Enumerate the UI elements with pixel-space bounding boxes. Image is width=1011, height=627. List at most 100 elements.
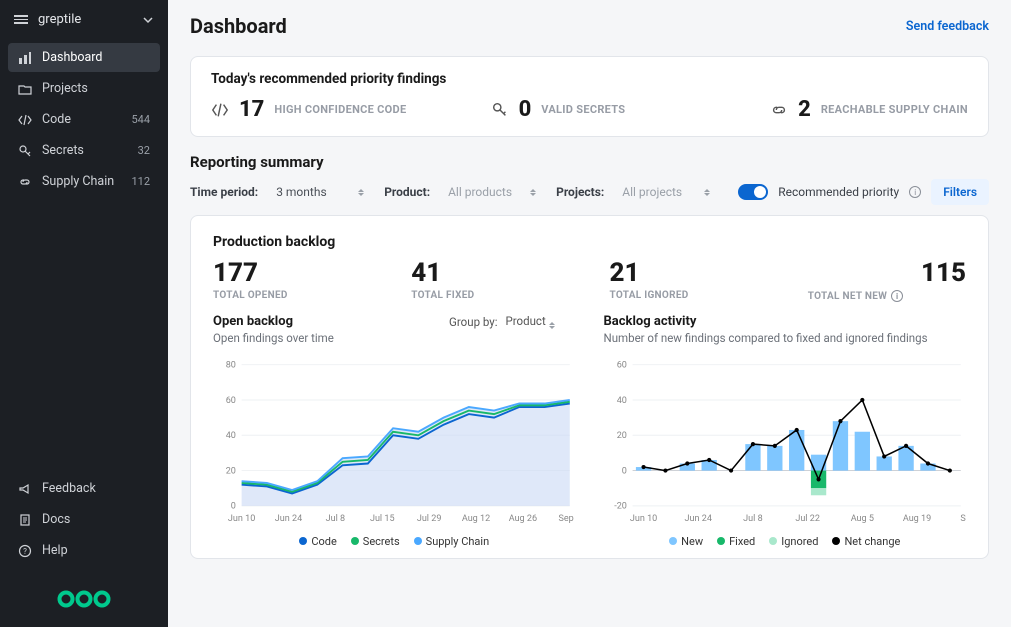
svg-text:40: 40 bbox=[616, 396, 626, 406]
sidebar-item-label: Projects bbox=[42, 81, 88, 96]
sidebar-item-docs[interactable]: Docs bbox=[8, 505, 160, 534]
backlog-title: Production backlog bbox=[213, 234, 966, 250]
svg-text:0: 0 bbox=[231, 502, 236, 512]
chart-title: Backlog activity bbox=[604, 314, 697, 329]
svg-text:Sep 9: Sep 9 bbox=[558, 514, 575, 524]
recommended-priority-toggle[interactable] bbox=[738, 184, 768, 200]
sidebar-item-label: Secrets bbox=[42, 143, 84, 158]
sort-icon bbox=[358, 189, 366, 196]
org-name: greptile bbox=[38, 12, 81, 27]
topbar: Dashboard Send feedback bbox=[168, 0, 1011, 46]
product-select[interactable]: All products bbox=[448, 183, 538, 201]
time-period-label: Time period: bbox=[190, 185, 258, 199]
sort-icon bbox=[549, 322, 557, 329]
stat-value: 21 bbox=[610, 258, 768, 288]
sort-icon bbox=[530, 189, 538, 196]
reporting-summary-heading: Reporting summary bbox=[190, 153, 989, 171]
filters-row: Time period: 3 months Product: All produ… bbox=[190, 179, 989, 205]
brand-logo bbox=[0, 573, 168, 627]
open-backlog-chart: Open backlog Group by: Product Open find… bbox=[213, 314, 576, 548]
sidebar-item-count: 544 bbox=[131, 113, 150, 126]
help-icon: ? bbox=[18, 544, 32, 558]
backlog-stats: 177 TOTAL OPENED 41 TOTAL FIXED 21 TOTAL… bbox=[213, 258, 966, 302]
sidebar-item-count: 112 bbox=[131, 175, 150, 188]
priority-findings-title: Today's recommended priority findings bbox=[211, 71, 968, 87]
backlog-activity-chart: Backlog activity Number of new findings … bbox=[604, 314, 967, 548]
stat-total-ignored: 21 TOTAL IGNORED bbox=[610, 258, 768, 302]
info-icon[interactable]: i bbox=[909, 186, 921, 198]
megaphone-icon bbox=[18, 482, 32, 496]
projects-value: All projects bbox=[622, 185, 682, 199]
key-icon bbox=[18, 144, 32, 158]
sidebar-item-supply-chain[interactable]: Supply Chain 112 bbox=[8, 167, 160, 196]
link-icon bbox=[18, 175, 32, 189]
filters-button[interactable]: Filters bbox=[931, 179, 989, 205]
svg-text:20: 20 bbox=[226, 466, 236, 476]
priority-item-secrets[interactable]: 0 VALID SECRETS bbox=[491, 97, 757, 122]
sidebar-item-code[interactable]: Code 544 bbox=[8, 105, 160, 134]
page-title: Dashboard bbox=[190, 14, 287, 38]
stat-total-opened: 177 TOTAL OPENED bbox=[213, 258, 371, 302]
menu-icon bbox=[14, 15, 28, 24]
svg-text:20: 20 bbox=[616, 431, 626, 441]
svg-text:Jun 10: Jun 10 bbox=[629, 514, 656, 524]
sidebar-item-secrets[interactable]: Secrets 32 bbox=[8, 136, 160, 165]
sidebar-item-label: Docs bbox=[42, 512, 70, 527]
projects-select[interactable]: All projects bbox=[622, 183, 712, 201]
folder-icon bbox=[18, 82, 32, 96]
group-by-select[interactable]: Product bbox=[506, 314, 576, 329]
link-icon bbox=[770, 101, 788, 119]
backlog-activity-legend: NewFixedIgnoredNet change bbox=[604, 535, 967, 548]
backlog-activity-svg: -200204060Jun 10Jun 24Jul 8Jul 22Aug 5Au… bbox=[604, 351, 967, 531]
stat-value: 177 bbox=[213, 258, 371, 288]
stat-value: 115 bbox=[808, 258, 966, 288]
svg-text:Aug 19: Aug 19 bbox=[902, 514, 930, 524]
sidebar-item-dashboard[interactable]: Dashboard bbox=[8, 43, 160, 72]
svg-text:Sep 9: Sep 9 bbox=[960, 514, 966, 524]
send-feedback-link[interactable]: Send feedback bbox=[906, 19, 989, 34]
org-switcher[interactable]: greptile bbox=[0, 0, 168, 39]
sidebar-item-label: Code bbox=[42, 112, 71, 127]
stat-label: TOTAL IGNORED bbox=[610, 290, 768, 301]
svg-text:60: 60 bbox=[616, 361, 626, 371]
svg-text:Jul 29: Jul 29 bbox=[417, 514, 442, 524]
svg-text:0: 0 bbox=[621, 466, 626, 476]
svg-text:Jul 8: Jul 8 bbox=[326, 514, 346, 524]
group-by-label: Group by: bbox=[449, 315, 497, 329]
priority-findings-card: Today's recommended priority findings 17… bbox=[190, 56, 989, 137]
time-period-select[interactable]: 3 months bbox=[276, 183, 366, 201]
chart-subtitle: Open findings over time bbox=[213, 331, 576, 345]
info-icon[interactable]: i bbox=[891, 290, 903, 302]
dashboard-icon bbox=[18, 51, 32, 65]
priority-label: REACHABLE SUPPLY CHAIN bbox=[821, 103, 968, 116]
chart-title: Open backlog bbox=[213, 314, 293, 329]
sidebar-item-label: Dashboard bbox=[42, 50, 102, 65]
svg-text:Jul 15: Jul 15 bbox=[370, 514, 395, 524]
svg-text:80: 80 bbox=[226, 361, 236, 371]
sidebar-item-projects[interactable]: Projects bbox=[8, 74, 160, 103]
sidebar-item-help[interactable]: ? Help bbox=[8, 536, 160, 565]
svg-text:Jul 22: Jul 22 bbox=[795, 514, 820, 524]
svg-text:Aug 26: Aug 26 bbox=[509, 514, 537, 524]
priority-item-supply-chain[interactable]: 2 REACHABLE SUPPLY CHAIN bbox=[770, 97, 968, 122]
sidebar-item-count: 32 bbox=[138, 144, 150, 157]
chart-subtitle: Number of new findings compared to fixed… bbox=[604, 331, 967, 345]
group-by-value: Product bbox=[506, 314, 546, 328]
svg-text:Jun 24: Jun 24 bbox=[684, 514, 711, 524]
svg-text:Aug 5: Aug 5 bbox=[850, 514, 873, 524]
sidebar-bottom: Feedback Docs ? Help bbox=[0, 466, 168, 573]
stat-total-fixed: 41 TOTAL FIXED bbox=[411, 258, 569, 302]
open-backlog-legend: CodeSecretsSupply Chain bbox=[213, 535, 576, 548]
priority-label: HIGH CONFIDENCE CODE bbox=[274, 103, 406, 116]
product-value: All products bbox=[448, 185, 512, 199]
priority-item-code[interactable]: 17 HIGH CONFIDENCE CODE bbox=[211, 97, 477, 122]
stat-label: TOTAL FIXED bbox=[411, 290, 569, 301]
sidebar-item-feedback[interactable]: Feedback bbox=[8, 474, 160, 503]
sort-icon bbox=[704, 189, 712, 196]
projects-label: Projects: bbox=[556, 185, 604, 199]
stat-label: TOTAL NET NEWi bbox=[808, 290, 966, 302]
stat-value: 41 bbox=[411, 258, 569, 288]
priority-value: 17 bbox=[239, 97, 264, 122]
chevron-down-icon bbox=[142, 14, 154, 26]
time-period-value: 3 months bbox=[276, 185, 326, 199]
